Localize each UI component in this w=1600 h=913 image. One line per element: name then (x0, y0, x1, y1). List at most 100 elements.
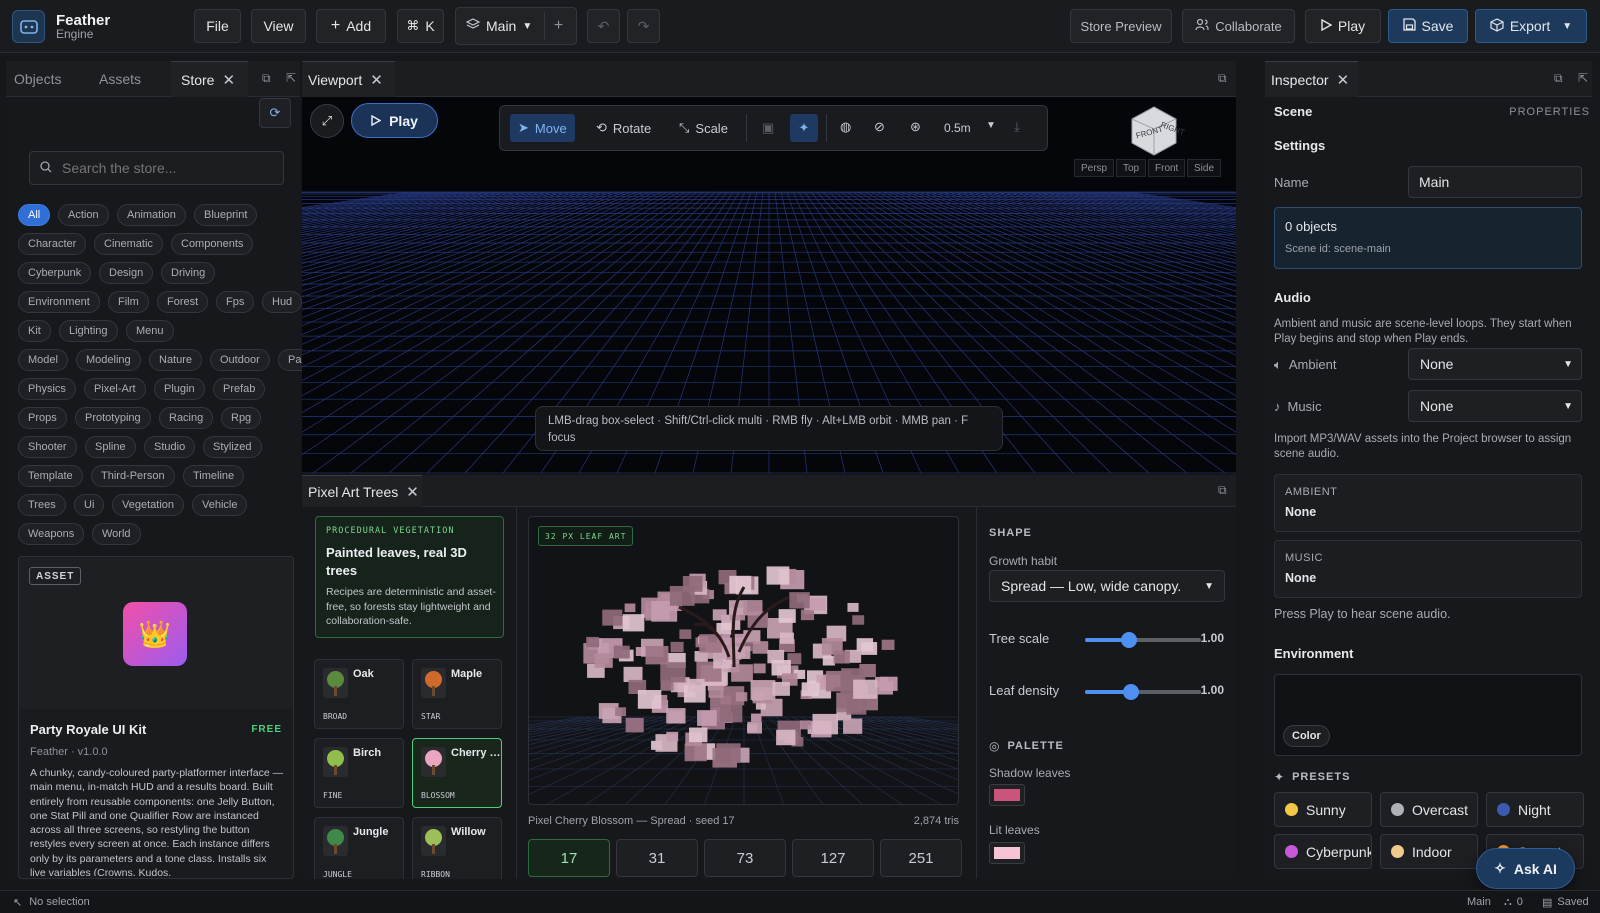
category-chip[interactable]: Rpg (221, 407, 262, 429)
dock-icon[interactable]: ⧉ (1554, 71, 1563, 86)
category-chip[interactable]: Menu (126, 320, 174, 342)
globe-icon[interactable]: ◍ (840, 119, 851, 135)
category-chip[interactable]: Template (18, 465, 83, 487)
chevron-down-icon[interactable]: ▼ (986, 120, 996, 131)
category-chip[interactable]: Studio (144, 436, 196, 458)
tree-recipe-willow[interactable]: Willow RIBBON (412, 817, 502, 879)
category-chip[interactable]: Forest (157, 291, 209, 313)
category-chip[interactable]: Kit (18, 320, 51, 342)
asset-card[interactable]: ASSET 👑 Party Royale UI Kit FREE Feather… (18, 556, 294, 879)
tree-recipe-maple[interactable]: Maple STAR (412, 659, 502, 729)
category-chip[interactable]: Nature (149, 349, 203, 371)
tab-objects[interactable]: Objects (14, 61, 84, 97)
add-button[interactable]: + Add (316, 9, 386, 43)
view-front-button[interactable]: Front (1148, 159, 1186, 177)
close-icon[interactable]: ✕ (406, 483, 419, 501)
redo-button[interactable]: ↷ (627, 9, 660, 43)
search-input[interactable] (62, 160, 272, 176)
tree-scale-thumb[interactable] (1121, 632, 1138, 648)
tree-recipe-birch[interactable]: Birch FINE (314, 738, 404, 808)
color-button[interactable]: Color (1283, 725, 1330, 747)
tree-recipe-cherry-blossom[interactable]: Cherry Blossom BLOSSOM (412, 738, 502, 808)
category-chip[interactable]: Character (18, 233, 87, 255)
ask-ai-button[interactable]: ✧ Ask AI (1476, 848, 1575, 889)
category-chip[interactable]: Modeling (76, 349, 141, 371)
pivot-icon[interactable]: ⊘ (874, 119, 885, 135)
tree-recipe-oak[interactable]: Oak BROAD (314, 659, 404, 729)
shadow-leaves-swatch[interactable] (989, 784, 1025, 806)
close-icon[interactable]: ✕ (1337, 71, 1350, 89)
view-menu-button[interactable]: View (251, 9, 306, 43)
seed-button[interactable]: 31 (616, 839, 698, 877)
category-chip[interactable]: Animation (117, 204, 186, 226)
category-chip[interactable]: Prefab (213, 378, 266, 400)
preset-cyberpunk[interactable]: Cyberpunk (1274, 834, 1372, 869)
collaborate-button[interactable]: Collaborate (1182, 9, 1295, 43)
command-palette-button[interactable]: ⌘ K (397, 9, 444, 43)
seed-button[interactable]: 73 (704, 839, 786, 877)
category-chip[interactable]: Third-Person (91, 465, 175, 487)
scale-tool[interactable]: ⤡ Scale (671, 114, 736, 142)
music-select[interactable]: None ▼ (1408, 390, 1582, 422)
category-chip[interactable]: Stylized (203, 436, 262, 458)
seed-button[interactable]: 127 (792, 839, 874, 877)
tab-inspector[interactable]: Inspector ✕ (1265, 61, 1358, 97)
category-chip[interactable]: Fps (216, 291, 255, 313)
category-chip[interactable]: Design (99, 262, 154, 284)
category-chip[interactable]: Environment (18, 291, 100, 313)
close-icon[interactable]: ✕ (222, 71, 235, 89)
category-chip[interactable]: Vegetation (112, 494, 184, 516)
view-persp-button[interactable]: Persp (1074, 159, 1115, 177)
seed-button[interactable]: 251 (880, 839, 962, 877)
category-chip[interactable]: Model (18, 349, 68, 371)
tree-recipe-jungle[interactable]: Jungle JUNGLE (314, 817, 404, 879)
category-chip[interactable]: Vehicle (192, 494, 248, 516)
view-top-button[interactable]: Top (1116, 159, 1147, 177)
category-chip[interactable]: Driving (161, 262, 216, 284)
add-scene-button[interactable]: + (544, 12, 572, 40)
viewport-play-button[interactable]: Play (351, 103, 438, 138)
save-button[interactable]: Save (1388, 9, 1468, 43)
category-chip[interactable]: Props (18, 407, 67, 429)
file-menu-button[interactable]: File (194, 9, 241, 43)
export-button[interactable]: Export ▼ (1475, 9, 1587, 43)
preset-indoor[interactable]: Indoor (1380, 834, 1478, 869)
category-chip[interactable]: All (18, 204, 51, 226)
category-chip[interactable]: Cinematic (94, 233, 163, 255)
undo-button[interactable]: ↶ (587, 9, 620, 43)
dock-icon[interactable]: ⧉ (1218, 483, 1227, 498)
tree-preview[interactable]: 32 PX LEAF ART (528, 516, 959, 805)
tree-scale-slider[interactable] (1085, 632, 1201, 648)
tab-assets[interactable]: Assets (99, 61, 169, 97)
category-chip[interactable]: Outdoor (210, 349, 270, 371)
close-icon[interactable]: ✕ (370, 71, 383, 89)
ambient-select[interactable]: None ▼ (1408, 348, 1582, 380)
tab-store[interactable]: Store ✕ (171, 61, 248, 97)
category-chip[interactable]: Components (171, 233, 254, 255)
move-tool[interactable]: ➤ Move (510, 114, 575, 142)
scene-name-input[interactable] (1408, 166, 1582, 198)
growth-habit-select[interactable]: Spread — Low, wide canopy. ▼ (989, 570, 1225, 602)
seed-button[interactable]: 17 (528, 839, 610, 877)
preset-night[interactable]: Night (1486, 792, 1584, 827)
snap-size[interactable]: 0.5m (944, 121, 971, 135)
category-chip[interactable]: Prototyping (75, 407, 151, 429)
download-icon[interactable]: ⤓ (1014, 119, 1020, 135)
category-chip[interactable]: Racing (159, 407, 214, 429)
dock-icon[interactable]: ⧉ (262, 71, 271, 86)
play-button[interactable]: Play (1305, 9, 1381, 43)
camera-icon[interactable]: ▣ (762, 120, 774, 136)
category-chip[interactable]: Timeline (183, 465, 245, 487)
refresh-button[interactable]: ⟳ (259, 98, 291, 128)
category-chip[interactable]: Shooter (18, 436, 77, 458)
view-cube[interactable]: FRONT RIGHT (1124, 99, 1186, 157)
lit-leaves-swatch[interactable] (989, 842, 1025, 864)
category-chip[interactable]: World (92, 523, 141, 545)
category-chip[interactable]: Blueprint (194, 204, 258, 226)
leaf-density-thumb[interactable] (1123, 684, 1140, 700)
category-chip[interactable]: Ui (74, 494, 105, 516)
dock-icon[interactable]: ⧉ (1218, 71, 1227, 86)
category-chip[interactable]: Pixel-Art (84, 378, 146, 400)
tab-viewport[interactable]: Viewport ✕ (302, 61, 395, 97)
preset-overcast[interactable]: Overcast (1380, 792, 1478, 827)
